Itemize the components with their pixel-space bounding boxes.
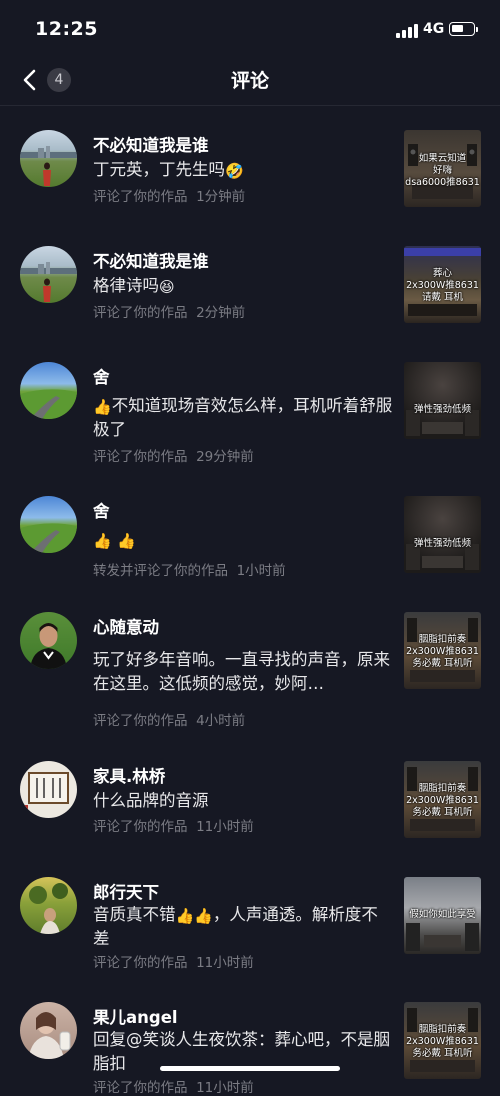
thumbnail-caption: 胭脂扣前奏 2x300W推8631 务必戴 耳机听: [406, 634, 479, 669]
comment-item[interactable]: 不必知道我是谁 丁元英，丁先生吗🤣 评论了你的作品 1分钟前 如果云知道 好嗨 ds…: [0, 128, 500, 228]
commenter-name[interactable]: 家具.林桥: [93, 763, 165, 787]
comment-text: 玩了好多年音响。一直寻找的声音，原来在这里。这低频的感觉，妙阿…: [93, 650, 390, 693]
commenter-name[interactable]: 心随意动: [93, 614, 159, 638]
video-thumbnail[interactable]: 胭脂扣前奏 2x300W推8631 务必戴 耳机听: [404, 612, 481, 689]
cellular-signal-icon: [396, 24, 418, 38]
comment-meta: 评论了你的作品 11小时前: [93, 955, 254, 971]
comment-item[interactable]: 心随意动 玩了好多年音响。一直寻找的声音，原来在这里。这低频的感觉，妙阿… 评论…: [0, 610, 500, 735]
comment-meta: 评论了你的作品 11小时前: [93, 1080, 254, 1096]
thumbs-up-emoji: 👍: [93, 397, 112, 416]
video-thumbnail[interactable]: 弹性强劲低频: [404, 362, 481, 439]
status-time: 12:25: [35, 18, 98, 40]
commenter-name[interactable]: 不必知道我是谁: [93, 132, 209, 156]
thumbnail-caption: 胭脂扣前奏 2x300W推8631 务必戴 耳机听: [406, 1024, 479, 1059]
commenter-name[interactable]: 舍: [93, 498, 110, 522]
comment-text: 音质真不错👍👍，人声通透。解析度不差: [93, 905, 378, 948]
commenter-name[interactable]: 不必知道我是谁: [93, 248, 209, 272]
avatar[interactable]: [20, 1002, 77, 1059]
video-thumbnail[interactable]: 假如你如此享受: [404, 877, 481, 954]
avatar[interactable]: [20, 496, 77, 553]
comment-meta: 评论了你的作品 1分钟前: [93, 189, 246, 205]
nav-divider: [0, 105, 500, 106]
laughing-emoji: 😆: [159, 277, 175, 296]
comment-text: 格律诗吗😆: [93, 276, 175, 296]
thumbnail-caption: 如果云知道 好嗨 dsa6000推8631: [405, 153, 480, 188]
comment-item[interactable]: 舍 👍不知道现场音效怎么样，耳机听着舒服极了 评论了你的作品 29分钟前 弹性强…: [0, 360, 500, 470]
video-thumbnail[interactable]: 葬心 2x300W推8631 请戴 耳机: [404, 246, 481, 323]
video-thumbnail[interactable]: 如果云知道 好嗨 dsa6000推8631: [404, 130, 481, 207]
video-thumbnail[interactable]: 弹性强劲低频: [404, 496, 481, 573]
comment-item[interactable]: 舍 👍 👍 转发并评论了你的作品 1小时前 弹性强劲低频: [0, 494, 500, 584]
commenter-name[interactable]: 果儿angel: [93, 1004, 178, 1028]
avatar[interactable]: [20, 612, 77, 669]
page-title: 评论: [230, 70, 269, 92]
comment-item[interactable]: 不必知道我是谁 格律诗吗😆 评论了你的作品 2分钟前 葬心 2x300W推8631…: [0, 244, 500, 344]
thumbs-up-emoji: 👍: [116, 531, 136, 550]
comment-item[interactable]: 家具.林桥 什么品牌的音源 评论了你的作品 11小时前 胭脂扣前奏 2x300W推…: [0, 759, 500, 854]
thumbnail-caption: 弹性强劲低频: [413, 404, 471, 415]
home-indicator[interactable]: [160, 1066, 340, 1071]
comment-text: 丁元英，丁先生吗🤣: [93, 160, 244, 180]
avatar[interactable]: [20, 246, 77, 303]
commenter-name[interactable]: 郎行天下: [93, 879, 159, 903]
battery-icon: [449, 22, 475, 36]
rofl-emoji: 🤣: [225, 161, 244, 180]
nav-bar: 4 评论: [0, 60, 500, 100]
thumbnail-caption: 假如你如此享受: [409, 909, 476, 920]
comment-meta: 评论了你的作品 29分钟前: [93, 449, 254, 465]
video-thumbnail[interactable]: 胭脂扣前奏 2x300W推8631 务必戴 耳机听: [404, 761, 481, 838]
thumbnail-caption: 胭脂扣前奏 2x300W推8631 务必戴 耳机听: [406, 783, 479, 818]
thumbs-up-emoji: 👍: [93, 531, 112, 550]
comment-text: 什么品牌的音源: [93, 791, 209, 810]
video-thumbnail[interactable]: 胭脂扣前奏 2x300W推8631 务必戴 耳机听: [404, 1002, 481, 1079]
avatar[interactable]: [20, 130, 77, 187]
status-bar: 12:25 4G: [0, 0, 500, 60]
comment-meta: 转发并评论了你的作品 1小时前: [93, 563, 286, 579]
comment-meta: 评论了你的作品 2分钟前: [93, 305, 246, 321]
comment-text: 👍不知道现场音效怎么样，耳机听着舒服极了: [93, 396, 393, 439]
comment-meta: 评论了你的作品 4小时前: [93, 713, 246, 729]
comment-meta: 评论了你的作品 11小时前: [93, 819, 254, 835]
thumbs-up-emoji: 👍👍: [175, 906, 213, 925]
avatar[interactable]: [20, 362, 77, 419]
network-type-label: 4G: [423, 21, 445, 37]
thumbnail-caption: 葬心 2x300W推8631 请戴 耳机: [406, 268, 479, 303]
commenter-name[interactable]: 舍: [93, 364, 110, 388]
avatar[interactable]: [20, 761, 77, 818]
comment-text: 👍 👍: [93, 528, 393, 552]
comment-item[interactable]: 郎行天下 音质真不错👍👍，人声通透。解析度不差 评论了你的作品 11小时前 假如…: [0, 875, 500, 985]
avatar[interactable]: [20, 877, 77, 934]
thumbnail-caption: 弹性强劲低频: [413, 538, 471, 549]
